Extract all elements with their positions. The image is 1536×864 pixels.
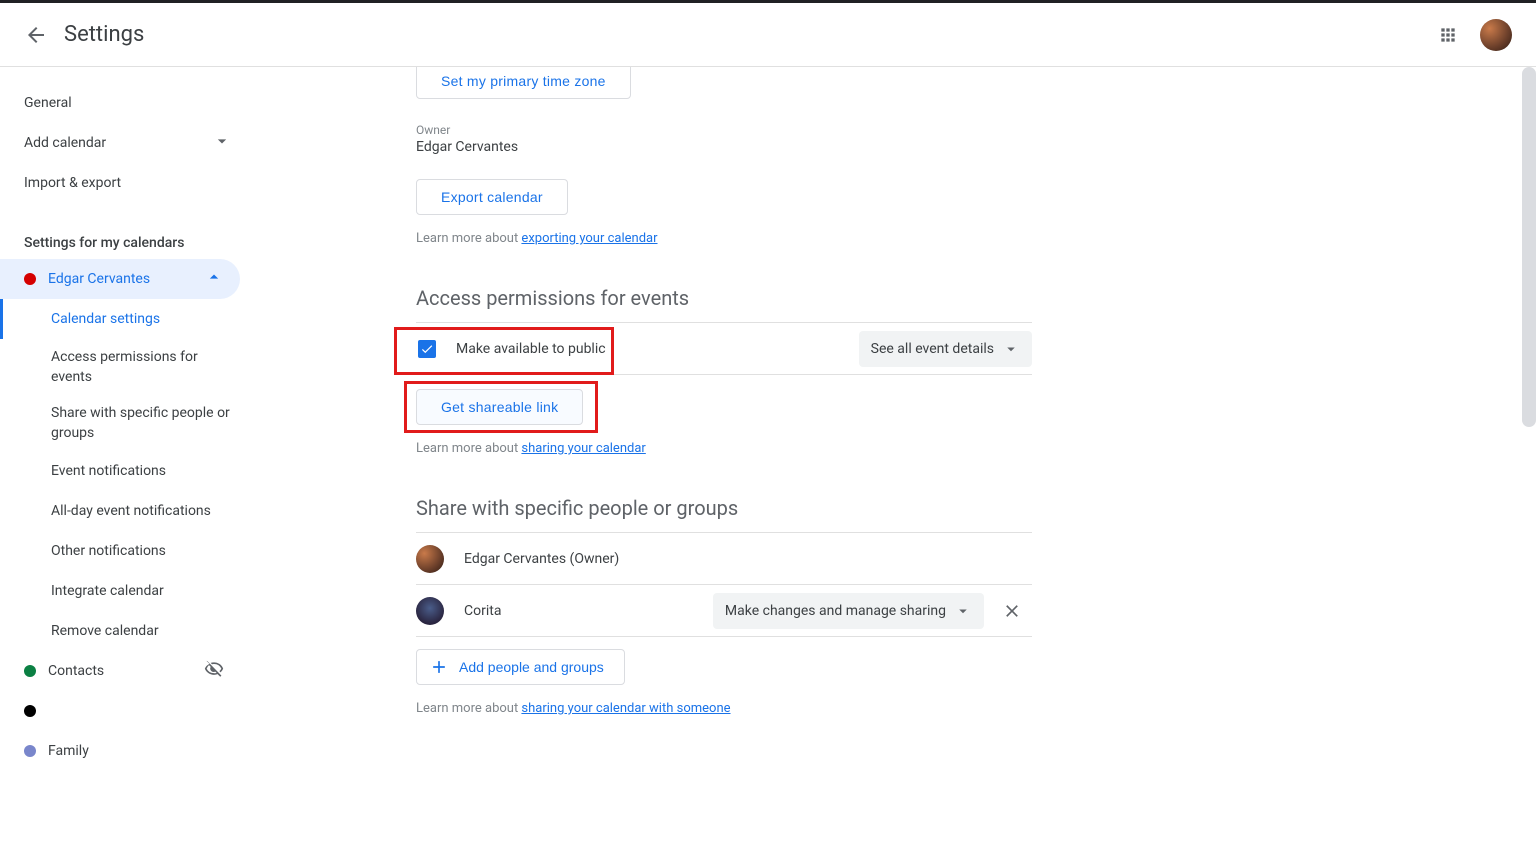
close-icon: [1002, 601, 1022, 621]
chevron-down-icon: [1002, 340, 1020, 358]
sharing-calendar-link[interactable]: sharing your calendar: [521, 441, 645, 456]
arrow-left-icon: [24, 23, 48, 47]
remove-person-button[interactable]: [992, 591, 1032, 631]
calendar-item-family[interactable]: Family: [0, 731, 240, 771]
learn-more-export: Learn more about exporting your calendar: [416, 231, 1528, 246]
settings-content: Set my primary time zone Owner Edgar Cer…: [256, 67, 1536, 864]
person-avatar: [416, 545, 444, 573]
owner-name: Edgar Cervantes: [416, 139, 1528, 155]
subnav-other-notifications[interactable]: Other notifications: [0, 531, 256, 571]
shared-person-row: Edgar Cervantes (Owner): [416, 533, 1032, 585]
apps-grid-icon: [1438, 25, 1458, 45]
sidebar-item-label: Import & export: [24, 175, 121, 191]
export-calendar-button[interactable]: Export calendar: [416, 179, 568, 215]
calendar-color-dot: [24, 705, 36, 717]
make-public-label: Make available to public: [456, 341, 606, 357]
person-avatar: [416, 597, 444, 625]
get-shareable-link-button[interactable]: Get shareable link: [416, 389, 583, 425]
visibility-off-icon: [204, 659, 224, 683]
page-title: Settings: [64, 22, 144, 47]
owner-label: Owner: [416, 123, 1528, 137]
calendar-name: Edgar Cervantes: [48, 271, 150, 287]
permission-dropdown[interactable]: Make changes and manage sharing: [713, 593, 984, 629]
subnav-remove-calendar[interactable]: Remove calendar: [0, 611, 256, 651]
sidebar-item-import-export[interactable]: Import & export: [0, 163, 256, 203]
chevron-down-icon: [954, 602, 972, 620]
make-public-checkbox[interactable]: [418, 340, 436, 358]
person-name: Corita: [464, 603, 501, 619]
shared-person-row: Corita Make changes and manage sharing: [416, 585, 1032, 637]
calendar-color-dot: [24, 273, 36, 285]
subnav-access-permissions[interactable]: Access permissions for events: [0, 339, 256, 395]
section-heading: Share with specific people or groups: [416, 496, 1032, 533]
google-apps-button[interactable]: [1428, 15, 1468, 55]
account-avatar[interactable]: [1480, 19, 1512, 51]
chevron-down-icon: [212, 131, 232, 155]
learn-more-sharing: Learn more about sharing your calendar: [416, 441, 1032, 456]
calendar-item-edgar[interactable]: Edgar Cervantes: [0, 259, 240, 299]
make-public-row: Make available to public See all event d…: [416, 323, 1032, 375]
calendar-name: Contacts: [48, 663, 104, 679]
learn-more-share-someone: Learn more about sharing your calendar w…: [416, 701, 1032, 716]
access-permissions-section: Access permissions for events Make avail…: [416, 286, 1032, 456]
sidebar-item-label: General: [24, 95, 72, 111]
subnav-calendar-settings[interactable]: Calendar settings: [0, 299, 256, 339]
set-primary-tz-button[interactable]: Set my primary time zone: [416, 67, 631, 99]
subnav-event-notifications[interactable]: Event notifications: [0, 451, 256, 491]
dropdown-label: See all event details: [871, 341, 994, 357]
calendar-item-contacts[interactable]: Contacts: [0, 651, 240, 691]
button-label: Add people and groups: [459, 659, 604, 675]
share-specific-section: Share with specific people or groups Edg…: [416, 496, 1032, 716]
sharing-with-someone-link[interactable]: sharing your calendar with someone: [521, 701, 730, 716]
person-name: Edgar Cervantes (Owner): [464, 551, 619, 567]
plus-icon: [429, 657, 449, 677]
subnav-share-specific[interactable]: Share with specific people or groups: [0, 395, 256, 451]
sidebar-item-label: Add calendar: [24, 135, 106, 151]
sidebar-section-header: Settings for my calendars: [0, 219, 256, 259]
calendar-color-dot: [24, 665, 36, 677]
add-people-button[interactable]: Add people and groups: [416, 649, 625, 685]
back-button[interactable]: [16, 15, 56, 55]
app-header: Settings: [0, 3, 1536, 67]
chevron-up-icon: [204, 267, 224, 291]
check-icon: [420, 342, 434, 356]
sidebar-item-add-calendar[interactable]: Add calendar: [0, 123, 256, 163]
calendar-name: Family: [48, 743, 89, 759]
scrollbar[interactable]: [1522, 67, 1536, 427]
dropdown-label: Make changes and manage sharing: [725, 603, 946, 619]
calendar-item-unnamed[interactable]: [0, 691, 240, 731]
exporting-calendar-link[interactable]: exporting your calendar: [521, 231, 657, 246]
event-details-dropdown[interactable]: See all event details: [859, 331, 1032, 367]
calendar-color-dot: [24, 745, 36, 757]
settings-sidebar: General Add calendar Import & export Set…: [0, 67, 256, 864]
subnav-allday-notifications[interactable]: All-day event notifications: [0, 491, 256, 531]
subnav-integrate-calendar[interactable]: Integrate calendar: [0, 571, 256, 611]
sidebar-item-general[interactable]: General: [0, 83, 256, 123]
section-heading: Access permissions for events: [416, 286, 1032, 323]
